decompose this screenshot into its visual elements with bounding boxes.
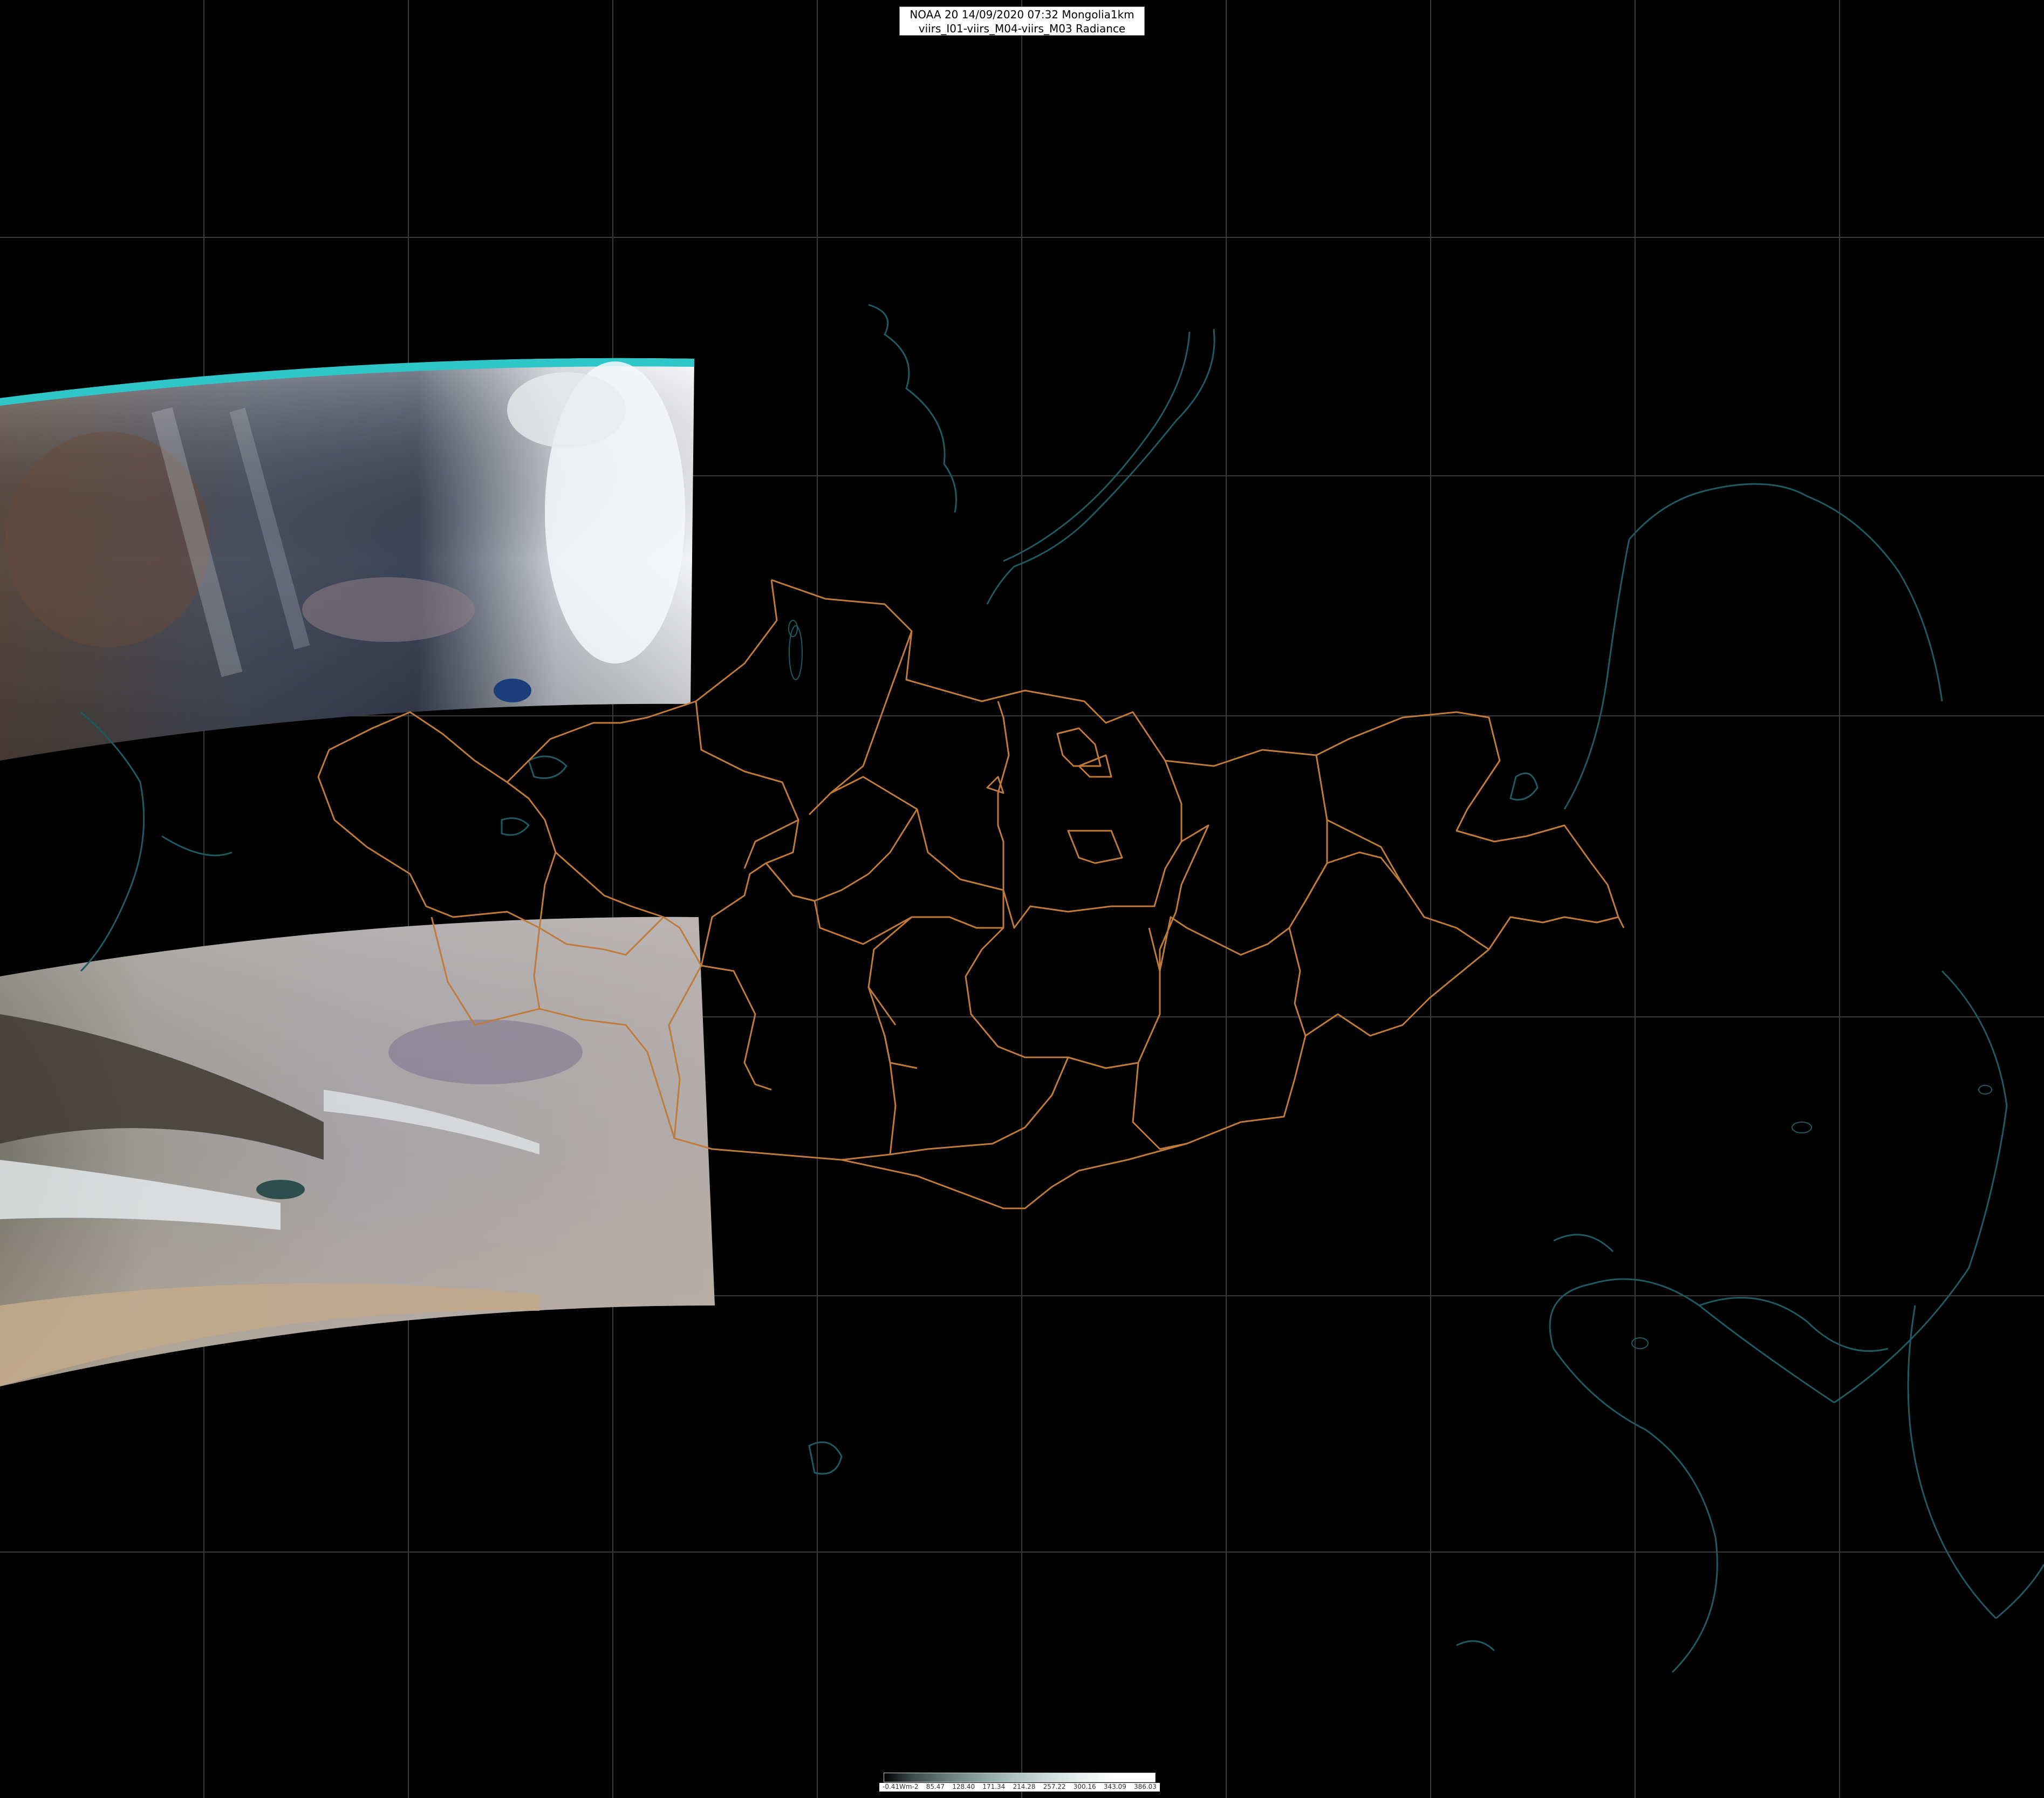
- legend-label: 386.03: [1133, 1783, 1157, 1790]
- legend-color-bar: [884, 1773, 1156, 1782]
- legend-label: 343.09: [1103, 1783, 1126, 1790]
- legend-labels: -0.41Wm-2 85.47 128.40 171.34 214.28 257…: [879, 1783, 1160, 1792]
- title-line-2: viirs_I01-viirs_M04-viirs_M03 Radiance: [918, 22, 1126, 35]
- satellite-swath-north: [0, 358, 694, 761]
- title-line-1: NOAA 20 14/09/2020 07:32 Mongolia1km: [910, 8, 1134, 21]
- legend-label: 300.16: [1073, 1783, 1096, 1790]
- radiance-legend: -0.41Wm-2 85.47 128.40 171.34 214.28 257…: [879, 1773, 1160, 1794]
- legend-label: 257.22: [1043, 1783, 1066, 1790]
- satellite-swath-south: [0, 917, 715, 1386]
- legend-label: -0.41Wm-2: [883, 1783, 919, 1790]
- satellite-map: [0, 0, 2044, 1798]
- image-title: NOAA 20 14/09/2020 07:32 Mongolia1km vii…: [899, 6, 1145, 36]
- legend-label: 85.47: [926, 1783, 945, 1790]
- legend-label: 171.34: [982, 1783, 1006, 1790]
- legend-label: 128.40: [952, 1783, 975, 1790]
- legend-label: 214.28: [1013, 1783, 1036, 1790]
- graticule: [0, 0, 2044, 1798]
- lake-outlines: [788, 620, 1992, 1349]
